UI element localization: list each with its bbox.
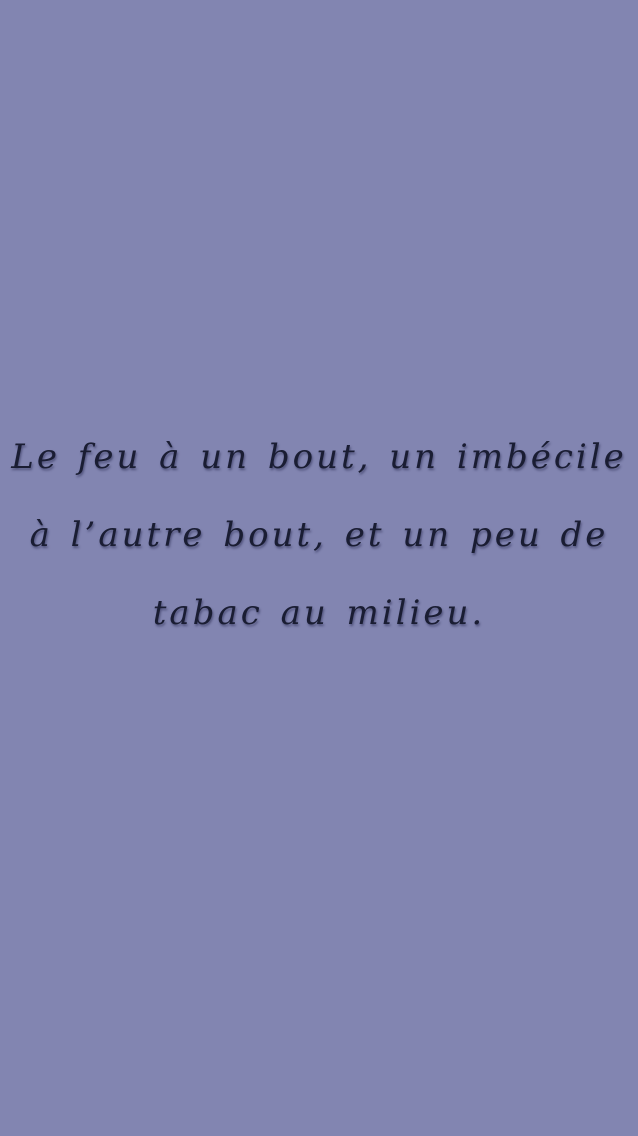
quote-line-2: à l’autre bout, et un peu de — [29, 515, 609, 555]
quote-text: Le feu à un bout, un imbécile à l’autre … — [0, 418, 638, 652]
quote-line-3: tabac au milieu. — [152, 593, 486, 633]
quote-line-1: Le feu à un bout, un imbécile — [11, 437, 627, 477]
wallpaper-background: Le feu à un bout, un imbécile à l’autre … — [0, 0, 638, 1136]
